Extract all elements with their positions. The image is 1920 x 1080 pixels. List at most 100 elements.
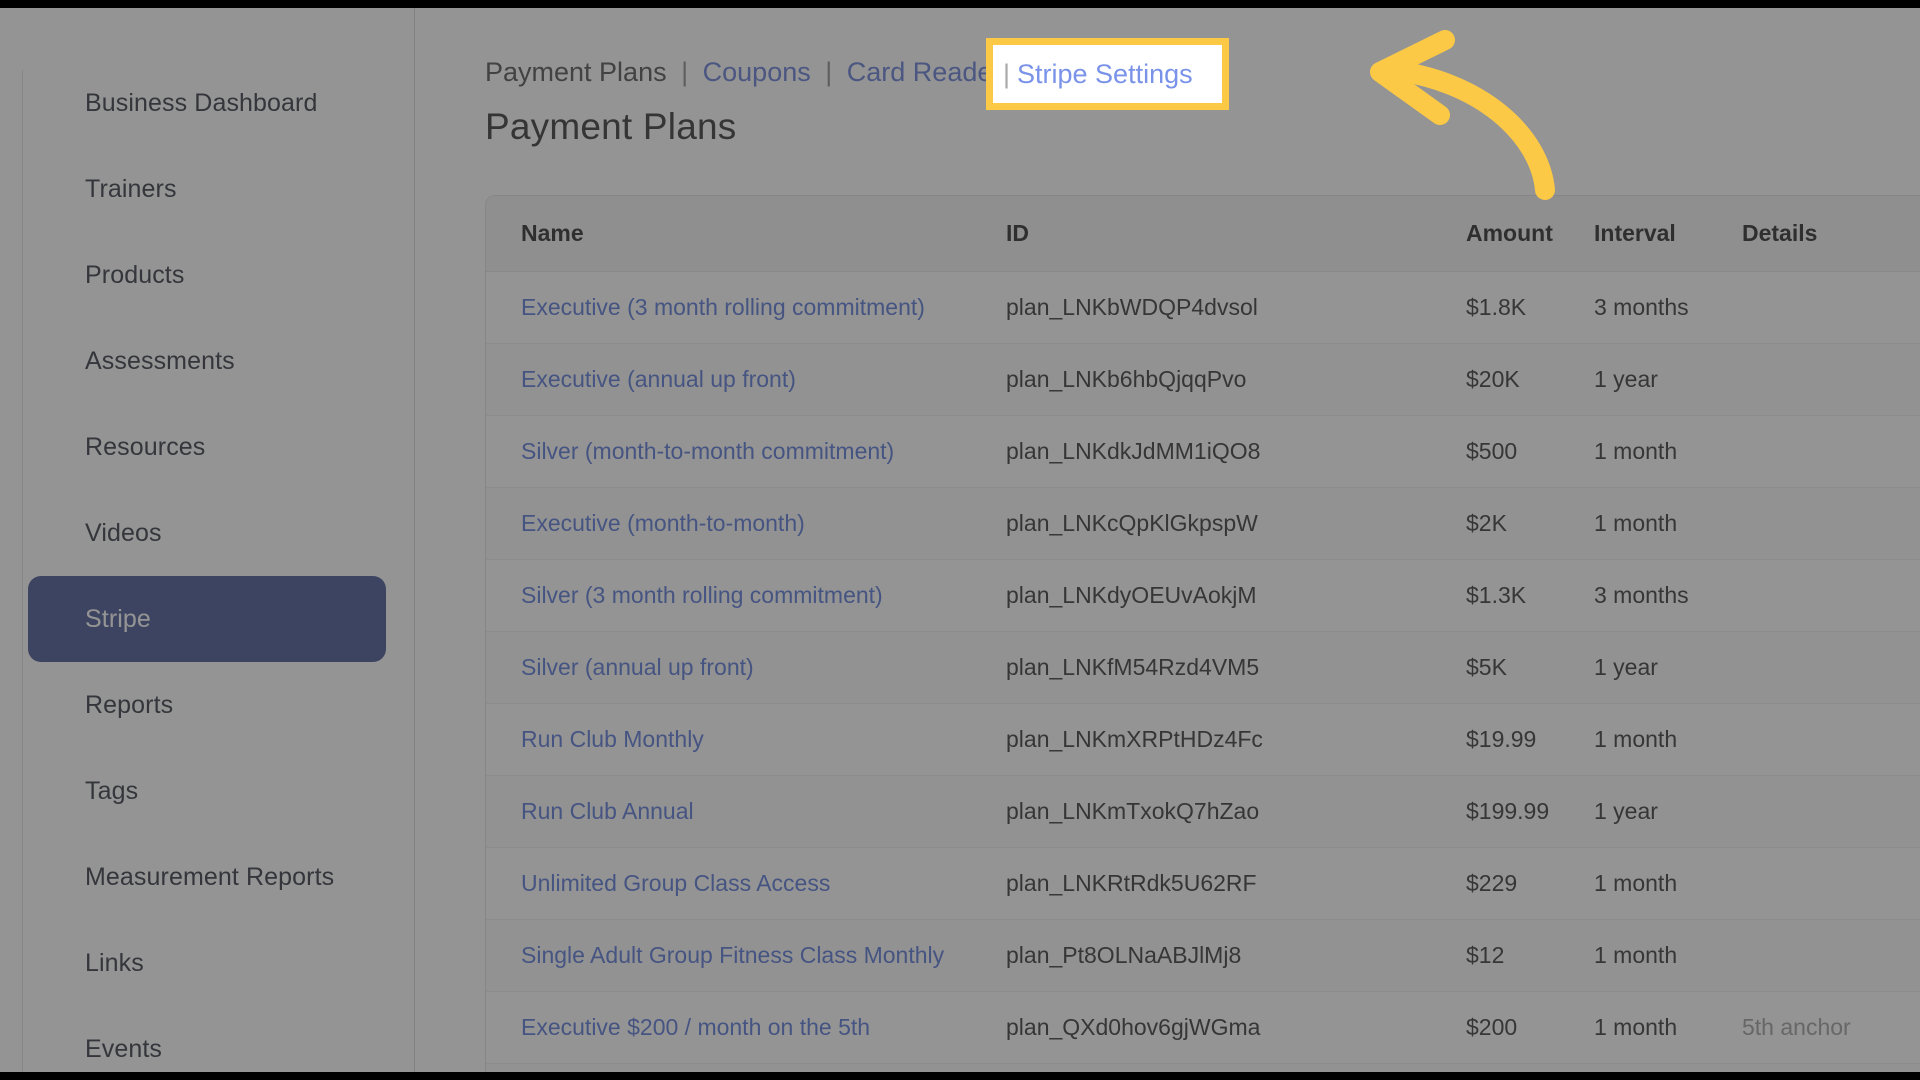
cell-interval: 1 year	[1594, 775, 1742, 849]
cell-id: plan_LNKcQpKlGkpspW	[1006, 487, 1466, 561]
sidebar-item-label: Links	[85, 948, 144, 977]
cell-interval: 1 year	[1594, 631, 1742, 705]
plan-link[interactable]: Silver (annual up front)	[521, 654, 754, 680]
sidebar-item-label: Stripe	[85, 604, 151, 633]
cell-id: plan_QXd0hov6gjWGma	[1006, 991, 1466, 1065]
cell-interval: 1 month	[1594, 487, 1742, 561]
cell-interval: 1 month	[1594, 991, 1742, 1065]
sidebar-item-label: Reports	[85, 690, 174, 719]
sidebar-item-videos[interactable]: Videos	[28, 490, 386, 576]
cell-name: Unlimited Group Class Access	[486, 847, 1006, 921]
cell-amount: $1.8K	[1466, 271, 1594, 345]
cell-amount: $229	[1466, 847, 1594, 921]
cell-details: 5th anchor	[1742, 991, 1920, 1065]
sidebar-item-events[interactable]: Events	[28, 1006, 386, 1080]
sidebar-item-resources[interactable]: Resources	[28, 404, 386, 490]
sidebar-item-label: Business Dashboard	[85, 88, 318, 117]
sidebar-item-assessments[interactable]: Assessments	[28, 318, 386, 404]
sidebar-item-measurement-reports[interactable]: Measurement Reports	[28, 834, 386, 920]
sidebar-item-label: Events	[85, 1034, 163, 1063]
sidebar-item-label: Tags	[85, 776, 139, 805]
plan-link[interactable]: Run Club Annual	[521, 798, 694, 824]
column-header-details[interactable]: Details	[1742, 196, 1920, 273]
highlight-label: Stripe Settings	[1017, 58, 1193, 89]
cell-amount: $19.99	[1466, 703, 1594, 777]
cell-name: Silver (annual up front)	[486, 631, 1006, 705]
table-row: Silver (month-to-month commitment) plan_L…	[486, 415, 1920, 489]
sidebar-item-label: Assessments	[85, 346, 235, 375]
cell-id: plan_LNKRtRdk5U62RF	[1006, 847, 1466, 921]
breadcrumb-link-coupons[interactable]: Coupons	[703, 57, 811, 87]
cell-name: Executive (3 month rolling commitment)	[486, 271, 1006, 345]
breadcrumb-separator-1: |	[681, 57, 689, 87]
plan-link[interactable]: Silver (month-to-month commitment)	[521, 438, 894, 464]
cell-details	[1742, 343, 1920, 417]
plan-link[interactable]: Run Club Monthly	[521, 726, 704, 752]
cell-id: plan_LNKb6hbQjqqPvo	[1006, 343, 1466, 417]
column-header-interval[interactable]: Interval	[1594, 196, 1742, 273]
sidebar-item-label: Resources	[85, 432, 206, 461]
cell-details	[1742, 631, 1920, 705]
cell-interval: 1 year	[1594, 343, 1742, 417]
cell-interval: 1 month	[1594, 919, 1742, 993]
bottom-black-bar	[0, 1072, 1920, 1080]
plan-link[interactable]: Executive (annual up front)	[521, 366, 796, 392]
sidebar-item-stripe[interactable]: Stripe	[28, 576, 386, 662]
cell-id: plan_LNKfM54Rzd4VM5	[1006, 631, 1466, 705]
cell-name: Single Adult Group Fitness Class Monthly	[486, 919, 1006, 993]
plan-link[interactable]: Single Adult Group Fitness Class Monthly	[521, 942, 944, 968]
sidebar-item-products[interactable]: Products	[28, 232, 386, 318]
cell-id: plan_Pt8OLNaABJlMj8	[1006, 919, 1466, 993]
cell-amount: $1.3K	[1466, 559, 1594, 633]
sidebar: Business Dashboard Trainers Products Assess…	[0, 8, 415, 1072]
cell-interval: 1 month	[1594, 415, 1742, 489]
cell-interval: 3 months	[1594, 271, 1742, 345]
cell-name: Silver (month-to-month commitment)	[486, 415, 1006, 489]
sidebar-item-label: Videos	[85, 518, 162, 547]
sidebar-item-business-dashboard[interactable]: Business Dashboard	[28, 60, 386, 146]
curved-arrow-left-icon	[1370, 30, 1555, 200]
cell-details	[1742, 919, 1920, 993]
cell-id: plan_LNKmXRPtHDz4Fc	[1006, 703, 1466, 777]
sidebar-nav-list: Business Dashboard Trainers Products Assess…	[0, 60, 414, 1080]
main-content: Payment Plans | Coupons | Card Readers |…	[415, 8, 1920, 1080]
highlight-callout-stripe-settings[interactable]: | Stripe Settings	[986, 38, 1229, 110]
table-row: Executive (annual up front) plan_LNKb6hbQ…	[486, 343, 1920, 417]
sidebar-item-trainers[interactable]: Trainers	[28, 146, 386, 232]
plan-link[interactable]: Executive $200 / month on the 5th	[521, 1014, 870, 1040]
payment-plans-table-container: Name ID Amount Interval Details Executiv…	[485, 195, 1920, 1080]
table-body: Executive (3 month rolling commitment) pl…	[486, 271, 1920, 1080]
cell-amount: $12	[1466, 919, 1594, 993]
highlight-separator: |	[1003, 58, 1011, 89]
breadcrumb-current: Payment Plans	[485, 57, 667, 87]
column-header-name[interactable]: Name	[486, 196, 1006, 273]
table-row: Executive (month-to-month) plan_LNKcQpKlG…	[486, 487, 1920, 561]
plan-link[interactable]: Executive (3 month rolling commitment)	[521, 294, 925, 320]
cell-details	[1742, 847, 1920, 921]
sidebar-item-tags[interactable]: Tags	[28, 748, 386, 834]
cell-name: Executive (month-to-month)	[486, 487, 1006, 561]
page-title: Payment Plans	[485, 106, 737, 148]
cell-id: plan_LNKdkJdMM1iQO8	[1006, 415, 1466, 489]
plan-link[interactable]: Executive (month-to-month)	[521, 510, 805, 536]
cell-amount: $20K	[1466, 343, 1594, 417]
cell-id: plan_LNKbWDQP4dvsol	[1006, 271, 1466, 345]
plan-link[interactable]: Silver (3 month rolling commitment)	[521, 582, 883, 608]
sidebar-item-reports[interactable]: Reports	[28, 662, 386, 748]
cell-name: Executive $200 / month on the 5th	[486, 991, 1006, 1065]
cell-amount: $2K	[1466, 487, 1594, 561]
table-header-row: Name ID Amount Interval Details	[486, 196, 1920, 273]
cell-name: Executive (annual up front)	[486, 343, 1006, 417]
plan-link[interactable]: Unlimited Group Class Access	[521, 870, 830, 896]
table-row: Single Adult Group Fitness Class Monthly…	[486, 919, 1920, 993]
cell-amount: $5K	[1466, 631, 1594, 705]
table-row: Run Club Annual plan_LNKmTxokQ7hZao $199.9…	[486, 775, 1920, 849]
cell-interval: 1 month	[1594, 847, 1742, 921]
cell-details	[1742, 703, 1920, 777]
table-row: Run Club Monthly plan_LNKmXRPtHDz4Fc $19.9…	[486, 703, 1920, 777]
application-window: Business Dashboard Trainers Products Assess…	[0, 8, 1920, 1080]
sidebar-item-links[interactable]: Links	[28, 920, 386, 1006]
cell-name: Run Club Monthly	[486, 703, 1006, 777]
sidebar-item-label: Products	[85, 260, 185, 289]
table-head: Name ID Amount Interval Details	[486, 196, 1920, 273]
